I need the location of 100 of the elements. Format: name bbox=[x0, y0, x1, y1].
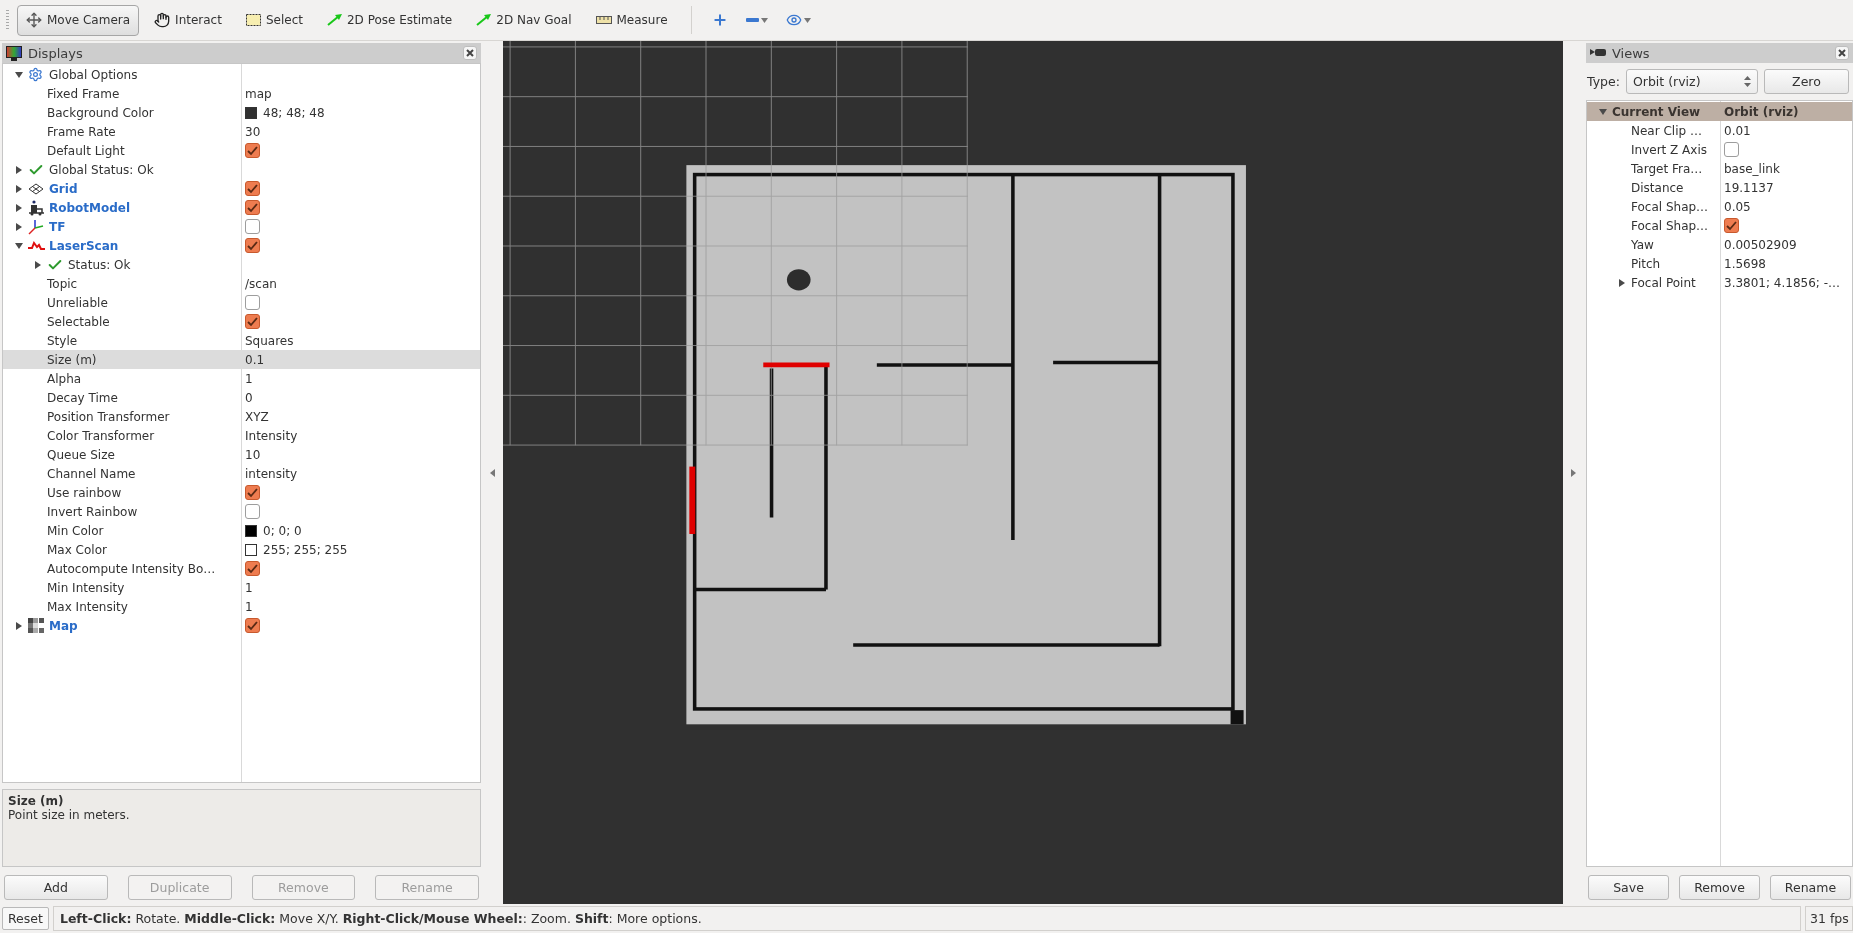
tree-row[interactable]: Position Transformer XYZ bbox=[3, 407, 480, 426]
tree-row[interactable]: TF bbox=[3, 217, 480, 236]
property-value: 0.00502909 bbox=[1724, 237, 1797, 252]
tree-row[interactable]: Autocompute Intensity Bo… bbox=[3, 559, 480, 578]
tree-row[interactable]: Min Color 0; 0; 0 bbox=[3, 521, 480, 540]
property-name: Use rainbow bbox=[47, 485, 122, 500]
zero-button[interactable]: Zero bbox=[1763, 69, 1849, 94]
splitter-arrow-icon[interactable] bbox=[1570, 468, 1576, 477]
robot-icon bbox=[28, 199, 45, 216]
tree-row[interactable]: Frame Rate 30 bbox=[3, 122, 480, 141]
expander-icon[interactable] bbox=[14, 203, 23, 212]
checkbox[interactable] bbox=[245, 200, 260, 215]
tree-row[interactable]: Style Squares bbox=[3, 331, 480, 350]
render-viewport[interactable] bbox=[503, 41, 1563, 904]
type-dropdown[interactable]: Orbit (rviz) bbox=[1625, 69, 1758, 94]
checkbox[interactable] bbox=[245, 618, 260, 633]
expander-icon[interactable] bbox=[1598, 107, 1607, 116]
tree-row[interactable]: Fixed Frame map bbox=[3, 84, 480, 103]
expander-icon[interactable] bbox=[14, 70, 23, 79]
tree-row[interactable]: Focal Shap… bbox=[1587, 216, 1852, 235]
checkbox[interactable] bbox=[245, 295, 260, 310]
tree-row[interactable]: Size (m) 0.1 bbox=[3, 350, 480, 369]
property-value: 10 bbox=[245, 447, 261, 462]
checkbox[interactable] bbox=[245, 504, 260, 519]
arrow-icon bbox=[476, 14, 492, 26]
tree-row[interactable]: Global Status: Ok bbox=[3, 160, 480, 179]
panel-button[interactable]: Remove bbox=[1679, 875, 1760, 900]
tree-row[interactable]: Topic /scan bbox=[3, 274, 480, 293]
tree-row[interactable]: Focal Shap… 0.05 bbox=[1587, 197, 1852, 216]
expander-icon[interactable] bbox=[14, 184, 23, 193]
checkbox[interactable] bbox=[1724, 218, 1739, 233]
tree-row[interactable]: Selectable bbox=[3, 312, 480, 331]
close-button[interactable] bbox=[463, 46, 477, 60]
tree-row[interactable]: Current View Orbit (rviz) bbox=[1587, 102, 1852, 121]
tree-row[interactable]: Use rainbow bbox=[3, 483, 480, 502]
tree-row[interactable]: Default Light bbox=[3, 141, 480, 160]
tree-row[interactable]: Focal Point 3.3801; 4.1856; -… bbox=[1587, 273, 1852, 292]
color-swatch[interactable] bbox=[245, 106, 257, 119]
caret-icon bbox=[760, 17, 768, 23]
property-name: Alpha bbox=[47, 371, 82, 386]
display-name: LaserScan bbox=[49, 238, 119, 253]
expander-icon[interactable] bbox=[14, 241, 23, 250]
tool-button[interactable]: Select bbox=[236, 4, 312, 36]
description-text: Point size in meters. bbox=[8, 808, 131, 822]
checkbox[interactable] bbox=[245, 219, 260, 234]
tree-row[interactable]: Target Fra… base_link bbox=[1587, 159, 1852, 178]
tree-row[interactable]: Distance 19.1137 bbox=[1587, 178, 1852, 197]
tree-row[interactable]: Max Intensity 1 bbox=[3, 597, 480, 616]
tree-row[interactable]: Global Options bbox=[3, 65, 480, 84]
panel-button[interactable]: Save bbox=[1588, 875, 1669, 900]
checkbox[interactable] bbox=[245, 314, 260, 329]
expander-icon[interactable] bbox=[1617, 278, 1626, 287]
color-swatch[interactable] bbox=[245, 524, 257, 537]
tool-button[interactable]: Move Camera bbox=[17, 4, 140, 36]
tree-row[interactable]: Yaw 0.00502909 bbox=[1587, 235, 1852, 254]
checkbox[interactable] bbox=[245, 143, 260, 158]
toolbar-grip[interactable] bbox=[6, 10, 9, 30]
tree-row[interactable]: Decay Time 0 bbox=[3, 388, 480, 407]
tool-button[interactable]: Interact bbox=[145, 4, 231, 36]
tool-button[interactable]: Measure bbox=[586, 4, 677, 36]
checkbox[interactable] bbox=[245, 238, 260, 253]
tree-row[interactable]: Alpha 1 bbox=[3, 369, 480, 388]
tree-row[interactable]: Invert Z Axis bbox=[1587, 140, 1852, 159]
tree-row[interactable]: Unreliable bbox=[3, 293, 480, 312]
tree-row[interactable]: Grid bbox=[3, 179, 480, 198]
tree-row[interactable]: Min Intensity 1 bbox=[3, 578, 480, 597]
panel-button[interactable]: Rename bbox=[1770, 875, 1851, 900]
checkbox[interactable] bbox=[245, 181, 260, 196]
display-name: Map bbox=[49, 618, 78, 633]
panel-button[interactable]: Add bbox=[4, 875, 108, 900]
tree-row[interactable]: Queue Size 10 bbox=[3, 445, 480, 464]
expander-icon[interactable] bbox=[14, 222, 23, 231]
reset-button[interactable]: Reset bbox=[2, 907, 49, 930]
checkbox[interactable] bbox=[1724, 142, 1739, 157]
tree-row[interactable]: Near Clip … 0.01 bbox=[1587, 121, 1852, 140]
tree-row[interactable]: RobotModel bbox=[3, 198, 480, 217]
color-swatch[interactable] bbox=[245, 543, 257, 556]
expander-icon[interactable] bbox=[33, 260, 42, 269]
property-name: Min Intensity bbox=[47, 580, 125, 595]
expander-icon[interactable] bbox=[14, 165, 23, 174]
splitter-arrow-icon[interactable] bbox=[489, 468, 495, 477]
tree-row[interactable]: Map bbox=[3, 616, 480, 635]
camera-icon bbox=[1590, 48, 1606, 58]
tree-row[interactable]: Status: Ok bbox=[3, 255, 480, 274]
tool-button[interactable]: 2D Pose Estimate bbox=[317, 4, 462, 36]
display-name: TF bbox=[49, 219, 66, 234]
property-name: Topic bbox=[47, 276, 78, 291]
tree-row[interactable]: Pitch 1.5698 bbox=[1587, 254, 1852, 273]
tool-button[interactable]: 2D Nav Goal bbox=[467, 4, 581, 36]
close-button[interactable] bbox=[1835, 46, 1849, 60]
expander-icon[interactable] bbox=[14, 621, 23, 630]
tree-row[interactable]: Background Color 48; 48; 48 bbox=[3, 103, 480, 122]
property-name: Max Intensity bbox=[47, 599, 128, 614]
tree-row[interactable]: Invert Rainbow bbox=[3, 502, 480, 521]
checkbox[interactable] bbox=[245, 485, 260, 500]
tree-row[interactable]: LaserScan bbox=[3, 236, 480, 255]
tree-row[interactable]: Max Color 255; 255; 255 bbox=[3, 540, 480, 559]
tree-row[interactable]: Color Transformer Intensity bbox=[3, 426, 480, 445]
tree-row[interactable]: Channel Name intensity bbox=[3, 464, 480, 483]
checkbox[interactable] bbox=[245, 561, 260, 576]
